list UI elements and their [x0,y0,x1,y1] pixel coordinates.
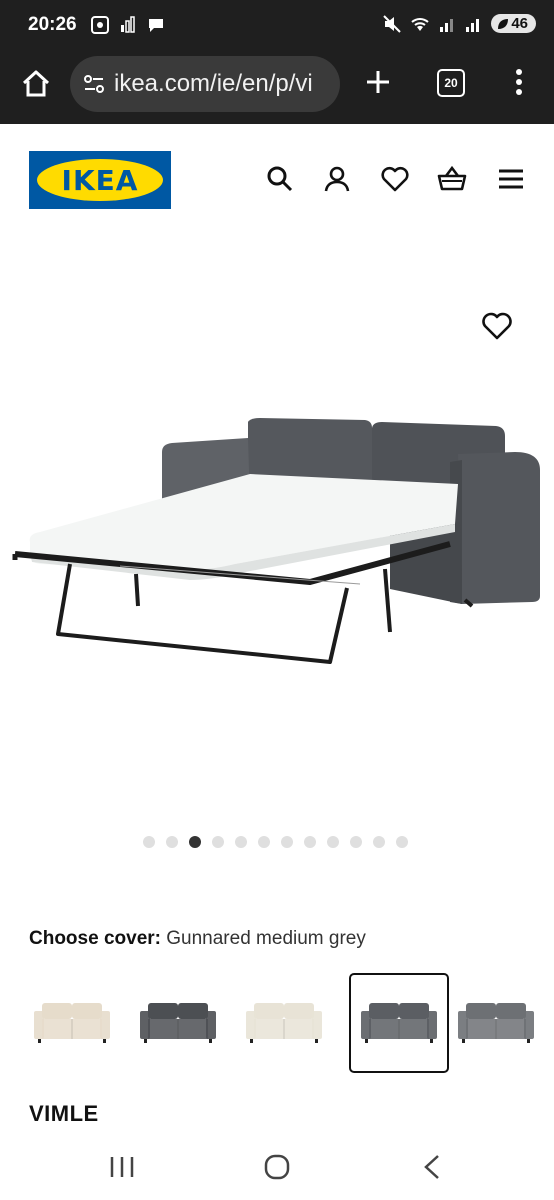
chat-bubble-icon [149,19,163,32]
sofa-bed-product-image [12,418,540,664]
address-bar[interactable]: ikea.com/ie/en/p/vi [70,56,340,112]
wifi-icon [411,17,429,31]
cover-swatch[interactable] [446,973,546,1073]
signal-icon [440,18,454,32]
product-name: VIMLE [29,1101,99,1126]
status-right-icons: 46 [383,14,536,33]
logo-oval: IKEA [37,159,163,201]
status-time: 20:26 [28,14,77,35]
leaf-icon [498,18,509,29]
battery-level: 46 [511,15,528,32]
browser-menu-icon[interactable] [509,66,529,98]
url-text: ikea.com/ie/en/p/vi [114,70,313,97]
carousel-dot[interactable] [281,836,293,848]
battery-indicator: 46 [491,14,536,33]
carousel-dot[interactable] [350,836,362,848]
back-icon[interactable] [412,1152,452,1182]
sofa-thumbnail [140,1003,216,1043]
hamburger-menu-icon[interactable] [496,164,526,194]
sofa-thumbnail [361,1003,437,1043]
carousel-dot[interactable] [327,836,339,848]
logo-text: IKEA [61,163,139,197]
product-image-gallery[interactable] [0,234,554,854]
signal-icon-2 [466,18,480,32]
carousel-dot[interactable] [235,836,247,848]
choose-cover-value: Gunnared medium grey [166,928,366,949]
cover-swatch[interactable] [234,973,334,1073]
cover-swatch[interactable] [349,973,449,1073]
tab-switcher-button[interactable]: 20 [437,69,465,97]
screenshot-icon [91,16,109,34]
browser-toolbar: ikea.com/ie/en/p/vi 20 [0,52,554,124]
carousel-dot[interactable] [373,836,385,848]
add-to-favourites-heart-icon[interactable] [481,310,513,342]
image-carousel-dots[interactable] [143,836,408,848]
status-bar: 20:26 46 [0,0,554,52]
site-settings-icon[interactable] [82,72,106,96]
sofa-thumbnail [246,1003,322,1043]
sofa-thumbnail [34,1003,110,1043]
search-icon[interactable] [265,164,295,194]
home-icon[interactable] [20,68,52,100]
choose-cover-label: Choose cover: [29,928,161,949]
new-tab-plus-icon[interactable] [362,66,394,98]
carousel-dot[interactable] [166,836,178,848]
home-circle-icon[interactable] [257,1152,297,1182]
carousel-dot[interactable] [304,836,316,848]
carousel-dot[interactable] [212,836,224,848]
heart-icon[interactable] [380,164,410,194]
basket-icon[interactable] [437,164,467,194]
site-header: IKEA [0,124,554,234]
ikea-logo[interactable]: IKEA [29,151,171,209]
mute-icon [383,14,402,33]
carousel-dot[interactable] [396,836,408,848]
account-icon[interactable] [322,164,352,194]
cover-swatch[interactable] [22,973,122,1073]
carousel-dot[interactable] [189,836,201,848]
carousel-dot[interactable] [143,836,155,848]
cover-swatches [22,973,554,1073]
carousel-dot[interactable] [258,836,270,848]
choose-cover-row: Choose cover: Gunnared medium grey [29,928,366,950]
recent-apps-icon[interactable] [102,1152,142,1182]
status-notification-icons [90,15,166,35]
sofa-thumbnail [458,1003,534,1043]
cover-swatch[interactable] [128,973,228,1073]
data-saver-icon [121,16,135,33]
system-navigation-bar [0,1140,554,1200]
